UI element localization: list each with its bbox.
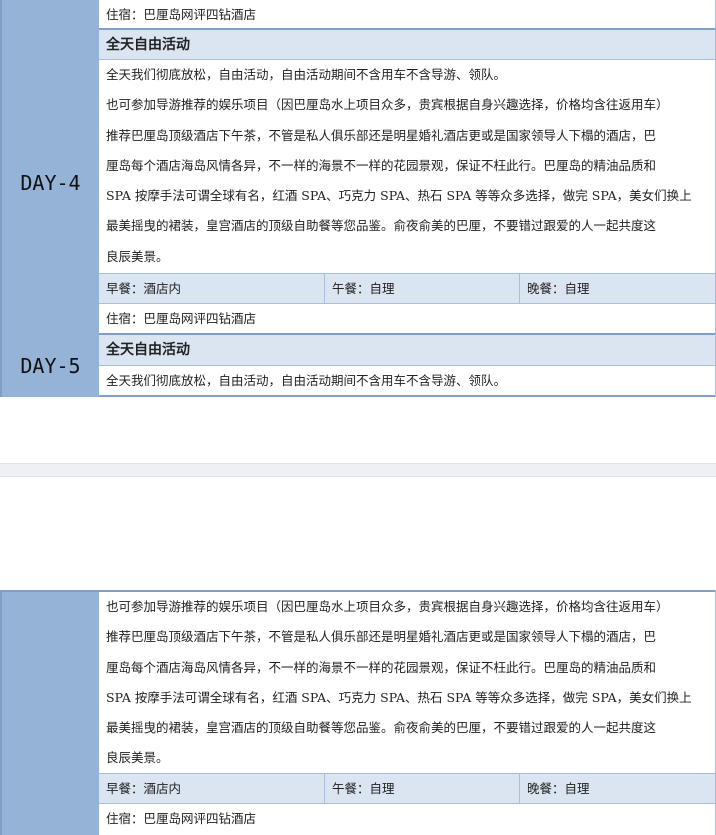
day-3-lodging: 住宿：巴厘岛网评四钻酒店 — [99, 0, 716, 30]
day-4-line: 也可参加导游推荐的娱乐项目（因巴厘岛水上项目众多，贵宾根据自身兴趣选择，价格均含… — [106, 599, 669, 614]
page-separator — [0, 463, 716, 477]
day-4-dinner: 晚餐：自理 — [519, 274, 590, 303]
day-4-breakfast: 早餐：酒店内 — [106, 281, 182, 296]
day-3-label-cell — [0, 0, 99, 30]
day-4-line: 厘岛每个酒店海岛风情各异，不一样的海景不一样的花园景观，保证不枉此行。巴厘岛的精… — [106, 157, 657, 173]
day-4-label-cell-continued — [0, 592, 99, 835]
day-4-lodging: 住宿：巴厘岛网评四钻酒店 — [99, 304, 716, 335]
day-4-lunch: 午餐：自理 — [324, 774, 395, 803]
day-4-line: 最美摇曳的裙装，皇宫酒店的顶级自助餐等您品鉴。俞夜俞美的巴厘，不要错过跟爱的人一… — [106, 218, 657, 234]
day-4-breakfast: 早餐：酒店内 — [106, 781, 182, 796]
day-4-line: 推荐巴厘岛顶级酒店下午茶，不管是私人俱乐部还是明星婚礼酒店更或是国家领导人下榻的… — [106, 629, 657, 645]
day-4-title: 全天自由活动 — [99, 30, 716, 60]
day-4-line: SPA 按摩手法可谓全球有名，红酒 SPA、巧克力 SPA、热石 SPA 等等众… — [106, 689, 692, 705]
day-5-label: DAY-5 — [20, 354, 81, 378]
day-4-line: 良辰美景。 — [106, 750, 169, 766]
day-4-lunch: 午餐：自理 — [324, 274, 395, 303]
day-5-title: 全天自由活动 — [99, 335, 716, 366]
day-4-meals-row-continued: 早餐：酒店内 午餐：自理 晚餐：自理 — [99, 774, 716, 804]
day-4-line: 也可参加导游推荐的娱乐项目（因巴厘岛水上项目众多，贵宾根据自身兴趣选择，价格均含… — [106, 97, 669, 113]
day-4-dinner: 晚餐：自理 — [519, 774, 590, 803]
day-4-description: 全天我们彻底放松，自由活动，自由活动期间不含用车不含导游、领队。 也可参加导游推… — [99, 60, 716, 274]
day-4-line: 全天我们彻底放松，自由活动，自由活动期间不含用车不含导游、领队。 — [106, 67, 507, 82]
day-4-label-cell: DAY-4 — [0, 30, 99, 335]
day-4-description-continued: 也可参加导游推荐的娱乐项目（因巴厘岛水上项目众多，贵宾根据自身兴趣选择，价格均含… — [99, 592, 716, 774]
day-5-label-cell: DAY-5 — [0, 335, 99, 397]
day-4-meals-row: 早餐：酒店内 午餐：自理 晚餐：自理 — [99, 274, 716, 304]
day-4-line: SPA 按摩手法可谓全球有名，红酒 SPA、巧克力 SPA、热石 SPA 等等众… — [106, 188, 692, 204]
day-4-line: 良辰美景。 — [106, 248, 169, 264]
day-4-line: 厘岛每个酒店海岛风情各异，不一样的海景不一样的花园景观，保证不枉此行。巴厘岛的精… — [106, 659, 657, 675]
day-4-lodging-continued: 住宿：巴厘岛网评四钻酒店 — [99, 804, 716, 835]
day-4-label: DAY-4 — [20, 170, 81, 195]
day-4-line: 推荐巴厘岛顶级酒店下午茶，不管是私人俱乐部还是明星婚礼酒店更或是国家领导人下榻的… — [106, 127, 657, 143]
day-4-line: 最美摇曳的裙装，皇宫酒店的顶级自助餐等您品鉴。俞夜俞美的巴厘，不要错过跟爱的人一… — [106, 720, 657, 736]
day-5-description: 全天我们彻底放松，自由活动，自由活动期间不含用车不含导游、领队。 — [99, 366, 716, 397]
